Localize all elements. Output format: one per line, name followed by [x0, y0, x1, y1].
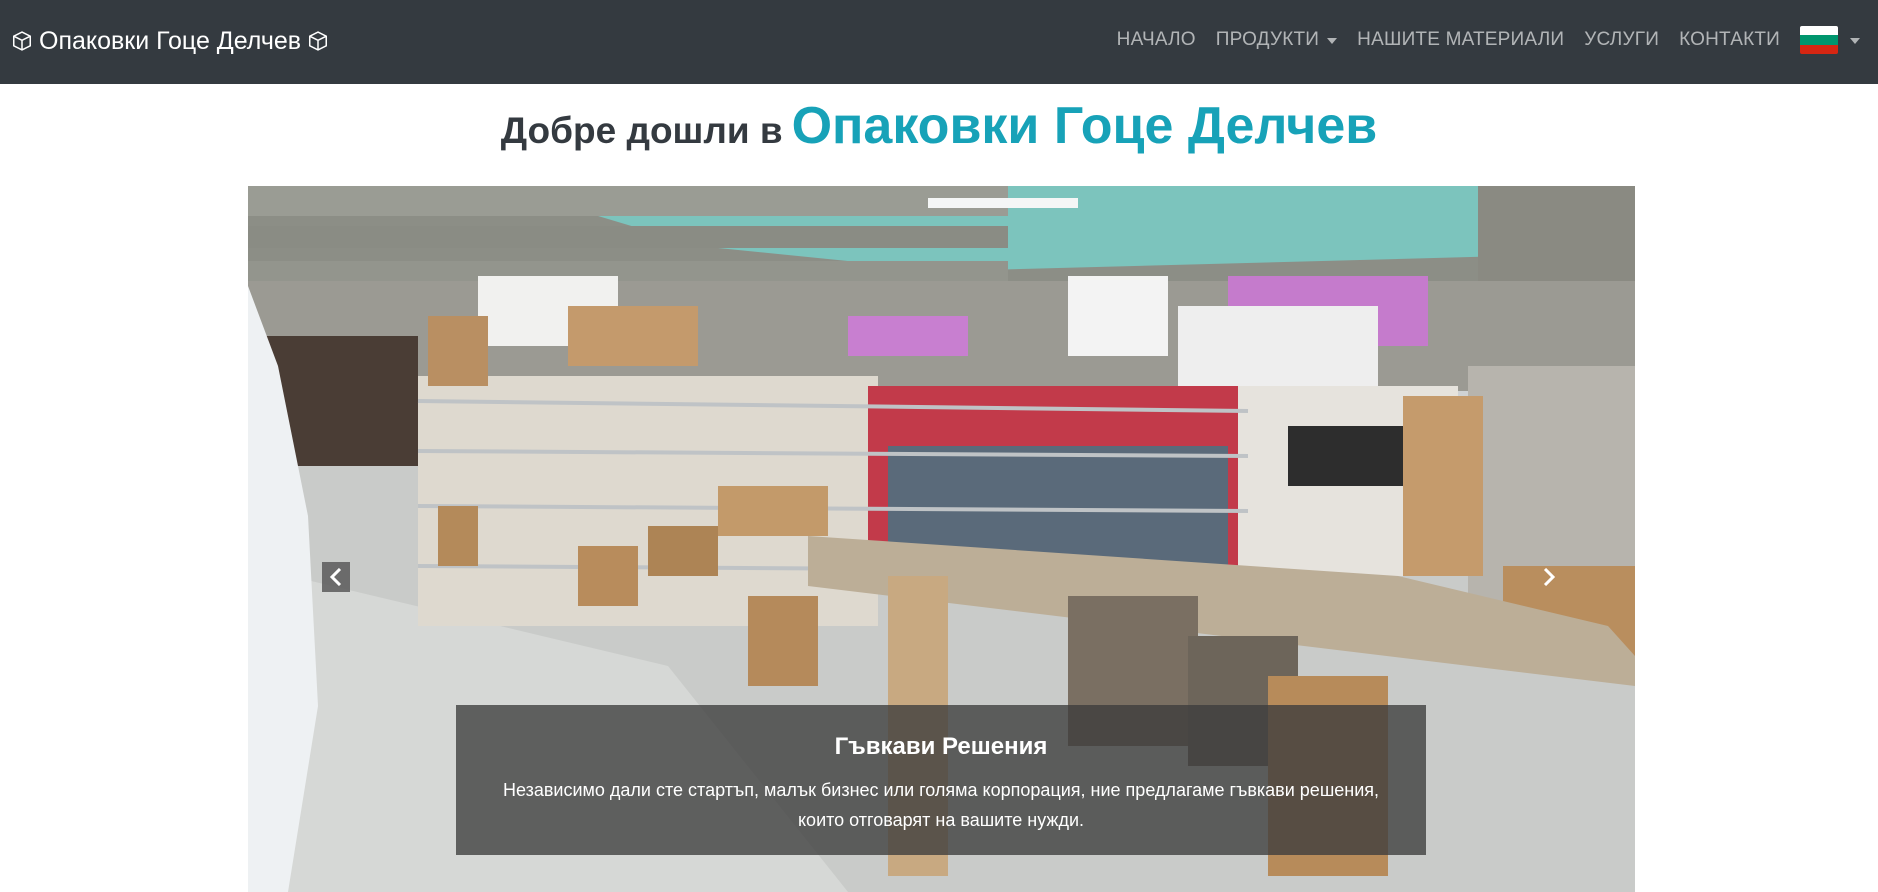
carousel-next-button[interactable] [1535, 562, 1563, 592]
image-carousel: Гъвкави Решения Независимо дали сте стар… [248, 186, 1635, 892]
nav-link-services[interactable]: УСЛУГИ [1584, 29, 1659, 51]
navbar: Опаковки Гоце Делчев НАЧАЛО ПРОДУКТИ НАШ… [0, 0, 1878, 84]
box-icon [309, 31, 328, 51]
nav-links: НАЧАЛО ПРОДУКТИ НАШИТЕ МАТЕРИАЛИ УСЛУГИ … [1097, 22, 1860, 58]
nav-link-home[interactable]: НАЧАЛО [1117, 29, 1196, 51]
language-dropdown[interactable] [1800, 26, 1860, 54]
brand-link[interactable]: Опаковки Гоце Делчев [11, 24, 329, 58]
welcome-company-name: Опаковки Гоце Делчев [791, 97, 1378, 155]
carousel-caption: Гъвкави Решения Независимо дали сте стар… [456, 705, 1426, 855]
welcome-prefix: Добре дошли в [500, 110, 783, 151]
caption-text: Независимо дали сте стартъп, малък бизне… [502, 780, 1380, 830]
carousel-prev-button[interactable] [322, 562, 350, 592]
nav-link-products-label: ПРОДУКТИ [1215, 29, 1320, 50]
nav-link-contacts[interactable]: КОНТАКТИ [1679, 29, 1780, 51]
brand-name: Опаковки Гоце Делчев [39, 26, 302, 55]
chevron-left-icon [329, 568, 342, 586]
bulgarian-flag-icon [1800, 26, 1838, 54]
nav-link-materials[interactable]: НАШИТЕ МАТЕРИАЛИ [1357, 29, 1564, 51]
box-icon [12, 31, 32, 51]
welcome-heading: Добре дошли в Опаковки Гоце Делчев [0, 96, 1878, 156]
caption-title: Гъвкави Решения [834, 733, 1048, 760]
caret-down-icon [1850, 38, 1860, 44]
caret-down-icon [1327, 38, 1338, 44]
chevron-right-icon [1543, 568, 1556, 586]
nav-dropdown-products[interactable]: ПРОДУКТИ [1215, 29, 1338, 51]
